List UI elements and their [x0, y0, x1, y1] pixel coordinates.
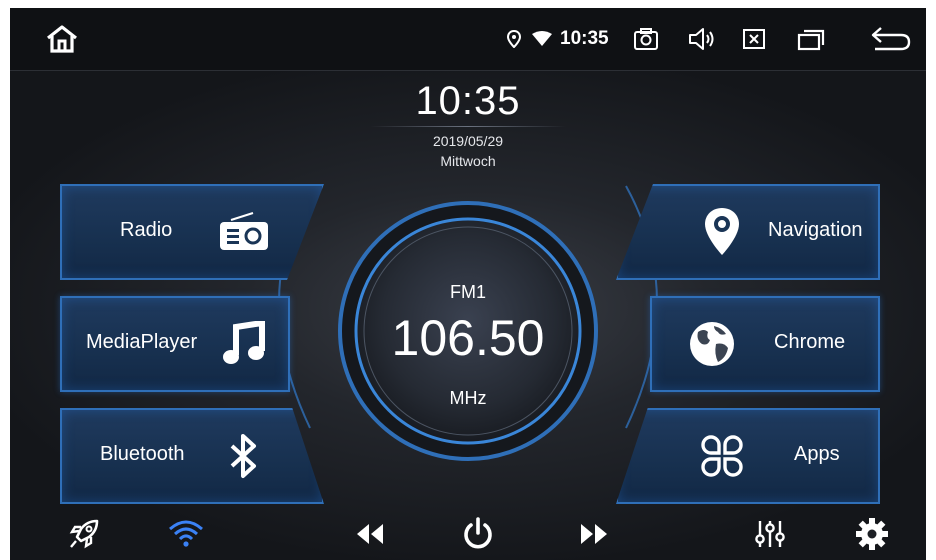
rocket-icon[interactable] — [60, 510, 108, 558]
tuner-frequency: 106.50 — [391, 310, 545, 366]
settings-icon[interactable] — [848, 510, 896, 558]
apps-grid-icon — [692, 426, 752, 486]
mediaplayer-tile[interactable]: MediaPlayer — [60, 296, 290, 392]
radio-icon — [214, 202, 274, 262]
rewind-icon[interactable] — [346, 510, 394, 558]
navigation-tile[interactable]: Navigation — [616, 184, 880, 280]
radio-tuner-dial[interactable]: FM1 106.50 MHz — [335, 198, 601, 464]
radio-label: Radio — [120, 219, 173, 241]
navigation-label: Navigation — [768, 219, 863, 241]
apps-label: Apps — [794, 443, 840, 465]
bottom-bar — [10, 508, 926, 560]
radio-tile[interactable]: Radio — [60, 184, 324, 280]
wifi-icon[interactable] — [162, 510, 210, 558]
power-icon[interactable] — [454, 510, 502, 558]
tuner-band: FM1 — [450, 282, 486, 302]
music-note-icon — [214, 314, 274, 374]
chrome-label: Chrome — [774, 331, 846, 353]
bluetooth-label: Bluetooth — [100, 443, 185, 465]
mediaplayer-label: MediaPlayer — [86, 331, 198, 353]
map-pin-icon — [692, 202, 752, 262]
apps-tile[interactable]: Apps — [616, 408, 880, 504]
bluetooth-tile[interactable]: Bluetooth — [60, 408, 324, 504]
globe-icon — [682, 314, 742, 374]
fast-forward-icon[interactable] — [570, 510, 618, 558]
head-unit-screen: 10:35 10:35 2019/05/29 Mittwoch Radio Me… — [10, 8, 926, 560]
tuner-unit: MHz — [449, 388, 487, 408]
chrome-tile[interactable]: Chrome — [650, 296, 880, 392]
bluetooth-icon — [214, 426, 274, 486]
equalizer-icon[interactable] — [746, 510, 794, 558]
